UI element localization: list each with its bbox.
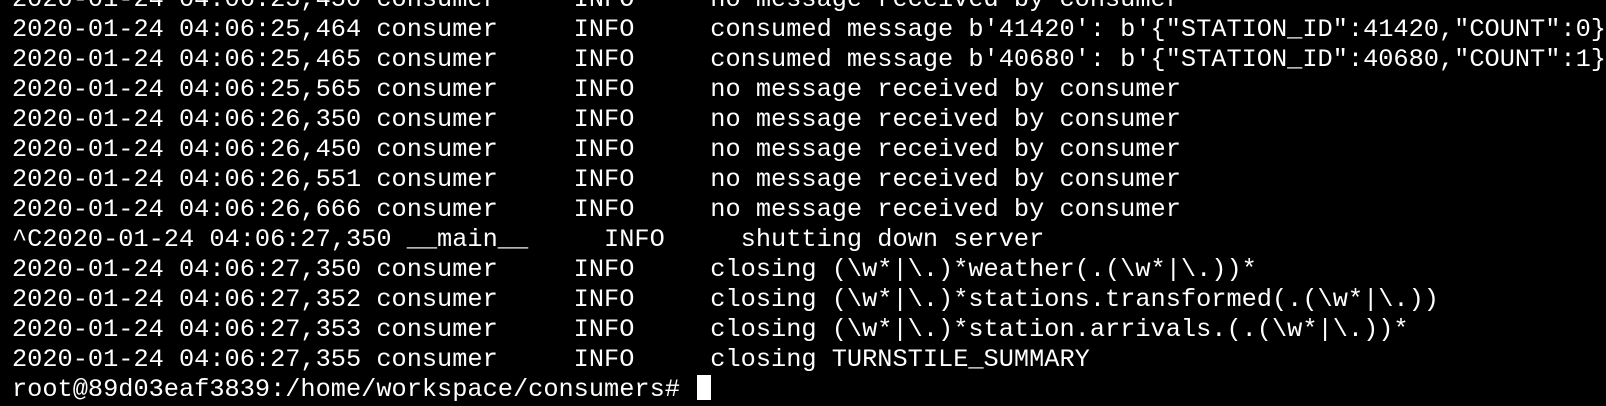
text-cursor	[697, 375, 712, 400]
terminal-output: 2020-01-24 04:06:25,450 consumer INFO no…	[12, 0, 1606, 405]
log-line: 2020-01-24 04:06:25,465 consumer INFO co…	[12, 45, 1606, 74]
log-line: 2020-01-24 04:06:25,464 consumer INFO co…	[12, 15, 1606, 44]
log-line: 2020-01-24 04:06:26,551 consumer INFO no…	[12, 165, 1181, 194]
log-line: 2020-01-24 04:06:25,565 consumer INFO no…	[12, 75, 1181, 104]
log-line: 2020-01-24 04:06:27,352 consumer INFO cl…	[12, 285, 1439, 314]
shell-prompt: root@89d03eaf3839:/home/workspace/consum…	[12, 375, 696, 404]
log-line: 2020-01-24 04:06:26,450 consumer INFO no…	[12, 135, 1181, 164]
log-line: 2020-01-24 04:06:26,350 consumer INFO no…	[12, 105, 1181, 134]
log-line: 2020-01-24 04:06:25,450 consumer INFO no…	[12, 0, 1606, 15]
log-line: 2020-01-24 04:06:27,353 consumer INFO cl…	[12, 315, 1409, 344]
log-line: ^C2020-01-24 04:06:27,350 __main__ INFO …	[12, 225, 1045, 254]
log-line: 2020-01-24 04:06:27,350 consumer INFO cl…	[12, 255, 1257, 284]
terminal-window[interactable]: 2020-01-24 04:06:25,450 consumer INFO no…	[0, 0, 1606, 406]
prompt-line[interactable]: root@89d03eaf3839:/home/workspace/consum…	[12, 375, 1606, 405]
log-line: 2020-01-24 04:06:26,666 consumer INFO no…	[12, 195, 1181, 224]
log-line: 2020-01-24 04:06:27,355 consumer INFO cl…	[12, 345, 1090, 374]
